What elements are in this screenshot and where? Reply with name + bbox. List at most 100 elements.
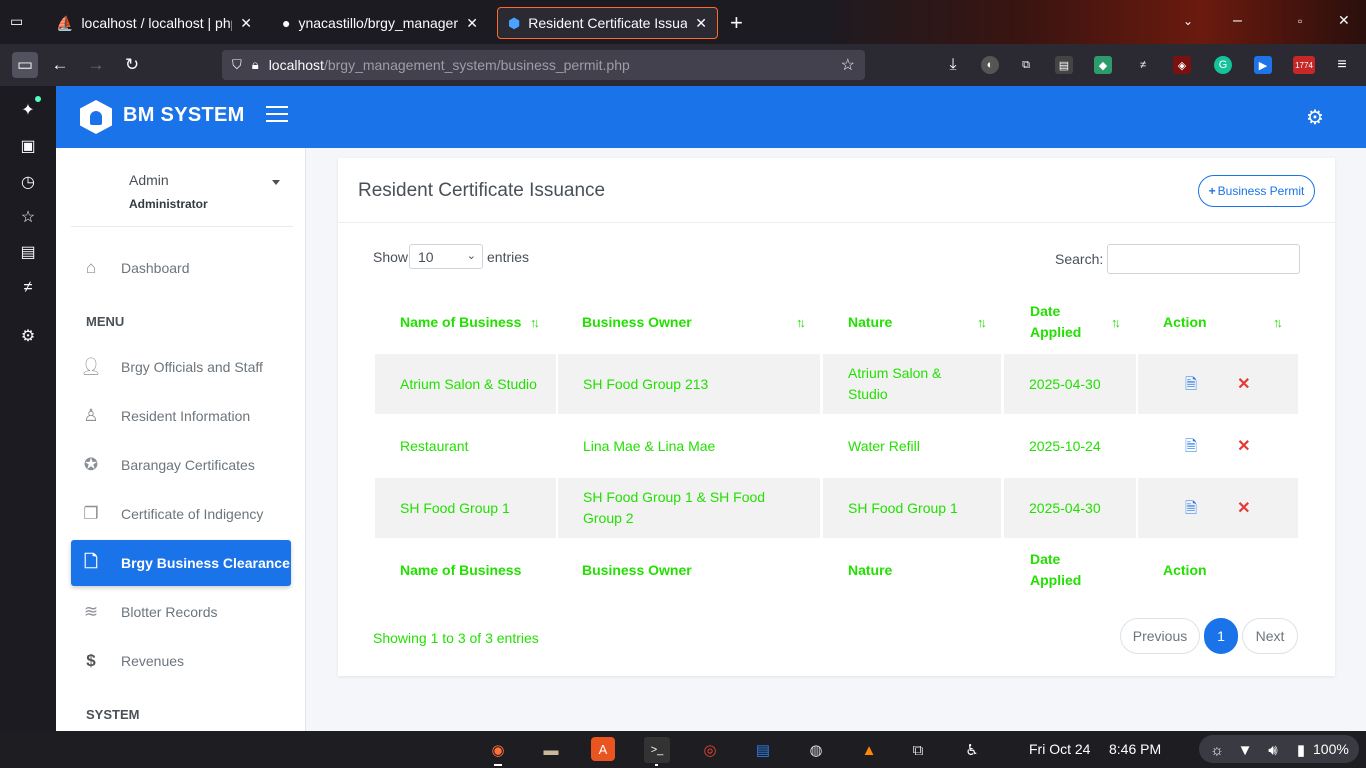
ublock-icon[interactable]: ◈: [1173, 56, 1191, 74]
chrome-icon[interactable]: ◎: [697, 737, 723, 763]
puzzle-icon[interactable]: ⧉: [905, 737, 931, 763]
lock-icon: 🔒︎: [251, 57, 259, 72]
sort-icon[interactable]: ↑↓: [796, 315, 806, 330]
header-date-applied[interactable]: Date Applied: [1030, 301, 1100, 343]
forward-icon[interactable]: →: [83, 52, 109, 78]
header-business-owner[interactable]: Business Owner: [582, 312, 692, 333]
next-button[interactable]: Next: [1242, 618, 1298, 654]
notification-icon[interactable]: 1774: [1293, 56, 1315, 74]
ai-sparkle-icon[interactable]: ✦: [18, 100, 38, 120]
chevron-down-icon: ⌄: [466, 250, 476, 262]
settings-icon[interactable]: ⚙: [18, 326, 38, 346]
delete-icon[interactable]: ✕: [1237, 498, 1250, 519]
close-window-icon[interactable]: ✕: [1338, 12, 1350, 29]
footer-action: Action: [1163, 562, 1207, 578]
brightness-icon[interactable]: ☼: [1204, 737, 1230, 763]
terminal-icon[interactable]: >_: [644, 737, 670, 763]
taskbar: ◉ ▬ A >_ ◎ ▤ ◍ ▲ ⧉ ♿︎ Fri Oct 24 8:46 PM…: [0, 731, 1366, 768]
url-bar[interactable]: ⛉ 🔒︎ localhost/brgy_management_system/bu…: [222, 50, 865, 80]
user-role: Administrator: [129, 197, 208, 211]
accessibility-icon[interactable]: ♿︎: [959, 737, 985, 763]
sort-icon[interactable]: ↑↓: [1111, 315, 1121, 330]
menu-icon[interactable]: ≡: [1333, 56, 1351, 74]
volume-icon[interactable]: 🔊︎: [1260, 737, 1286, 763]
sidebar-item-dashboard[interactable]: ⌂ Dashboard: [71, 245, 291, 291]
caret-down-icon[interactable]: [272, 180, 280, 185]
bookmarks-icon[interactable]: ☆: [18, 207, 38, 227]
hamburger-icon[interactable]: [266, 106, 288, 124]
gear-icon[interactable]: ⚙: [1306, 105, 1324, 130]
header-name-of-business[interactable]: Name of Business: [400, 312, 521, 333]
sidebar-item-business-clearance[interactable]: 🗋︎ Brgy Business Clearance: [71, 540, 291, 586]
award-icon: ✪: [83, 455, 99, 474]
sidebar-toggle-icon[interactable]: ▭: [12, 52, 38, 78]
sidebar-item-label: Blotter Records: [121, 604, 218, 620]
back-icon[interactable]: ←: [47, 52, 73, 78]
battery-icon[interactable]: ▮: [1288, 737, 1314, 763]
tab-github[interactable]: ● ynacastillo/brgy_manager ✕: [272, 7, 488, 39]
vlc-icon[interactable]: ▲: [856, 737, 882, 763]
view-document-icon[interactable]: 🗎︎: [1185, 436, 1197, 457]
extension-slash-icon[interactable]: ≠: [18, 278, 38, 298]
sidebar-item-blotter[interactable]: ≋ Blotter Records: [71, 589, 291, 635]
close-icon[interactable]: ✕: [466, 15, 478, 32]
bookmark-star-icon[interactable]: ☆: [841, 55, 855, 75]
extension-green-icon[interactable]: ◆: [1094, 56, 1112, 74]
files-icon: ❐: [83, 504, 99, 523]
view-document-icon[interactable]: 🗎︎: [1185, 374, 1197, 395]
firefox-icon[interactable]: ◉: [485, 737, 511, 763]
folder-icon[interactable]: ▬: [538, 737, 564, 763]
clock-date[interactable]: Fri Oct 24: [1029, 741, 1090, 757]
user-name[interactable]: Admin: [129, 172, 169, 188]
close-icon[interactable]: ✕: [240, 15, 252, 32]
download-icon[interactable]: ⤓: [944, 56, 962, 74]
clock-time[interactable]: 8:46 PM: [1109, 741, 1161, 757]
synced-tabs-icon[interactable]: ▣: [18, 136, 38, 156]
sidebar-item-residents[interactable]: ♙ Resident Information: [71, 393, 291, 439]
cell-business: SH Food Group 1: [400, 499, 510, 516]
delete-icon[interactable]: ✕: [1237, 436, 1250, 457]
obs-icon[interactable]: ◍: [803, 737, 829, 763]
view-document-icon[interactable]: 🗎︎: [1185, 498, 1197, 519]
entries-select[interactable]: 10 ⌄: [409, 244, 483, 269]
puzzle-icon[interactable]: ⧉: [1017, 56, 1035, 74]
sort-asc-icon[interactable]: ↑↓: [530, 315, 540, 330]
add-business-permit-button[interactable]: + Business Permit: [1198, 175, 1315, 207]
chevron-down-icon[interactable]: ⌄: [1183, 14, 1193, 28]
shield-icon[interactable]: ⛉: [232, 57, 242, 73]
sidebar-item-certificates[interactable]: ✪ Barangay Certificates: [71, 442, 291, 488]
cell-date: 2025-04-30: [1029, 499, 1101, 516]
search-input[interactable]: [1107, 244, 1300, 274]
close-icon[interactable]: ✕: [695, 15, 707, 32]
tab-list-icon[interactable]: ▭: [10, 13, 28, 31]
tab-resident-certificate[interactable]: ⬢ Resident Certificate Issuar ✕: [497, 7, 718, 39]
sidebar-item-indigency[interactable]: ❐ Certificate of Indigency: [71, 491, 291, 537]
sidebar-item-officials[interactable]: 👤︎ Brgy Officials and Staff: [71, 344, 291, 390]
header-nature[interactable]: Nature: [848, 312, 892, 333]
maximize-icon[interactable]: ▫: [1298, 14, 1302, 28]
minimize-icon[interactable]: –: [1233, 12, 1242, 30]
reader-icon[interactable]: ▤: [18, 242, 38, 262]
extension-slash-icon[interactable]: ≠: [1134, 56, 1152, 74]
grammarly-icon[interactable]: G: [1214, 56, 1232, 74]
reload-icon[interactable]: ↻: [119, 52, 145, 78]
document-icon[interactable]: ▤: [750, 737, 776, 763]
new-tab-button[interactable]: +: [730, 10, 743, 36]
delete-icon[interactable]: ✕: [1237, 374, 1250, 395]
container-icon[interactable]: ▤: [1055, 56, 1073, 74]
appcenter-icon[interactable]: A: [591, 737, 615, 761]
history-icon[interactable]: ◷: [18, 172, 38, 192]
sidebar-item-revenues[interactable]: $ Revenues: [71, 638, 291, 684]
footer-business-owner: Business Owner: [582, 562, 692, 578]
header-action[interactable]: Action: [1163, 312, 1207, 333]
tab-phpmyadmin[interactable]: ⛵ localhost / localhost | php ✕: [46, 7, 262, 39]
extension-blue-icon[interactable]: ▶: [1254, 56, 1272, 74]
sort-icon[interactable]: ↑↓: [977, 315, 987, 330]
wifi-icon[interactable]: ▼: [1232, 737, 1258, 763]
sort-icon[interactable]: ↑↓: [1273, 315, 1283, 330]
start-menu-icon[interactable]: [14, 737, 38, 761]
active-indicator: [655, 764, 658, 766]
extension-icon[interactable]: ◐: [981, 56, 999, 74]
previous-button[interactable]: Previous: [1120, 618, 1200, 654]
page-1-button[interactable]: 1: [1204, 618, 1238, 654]
